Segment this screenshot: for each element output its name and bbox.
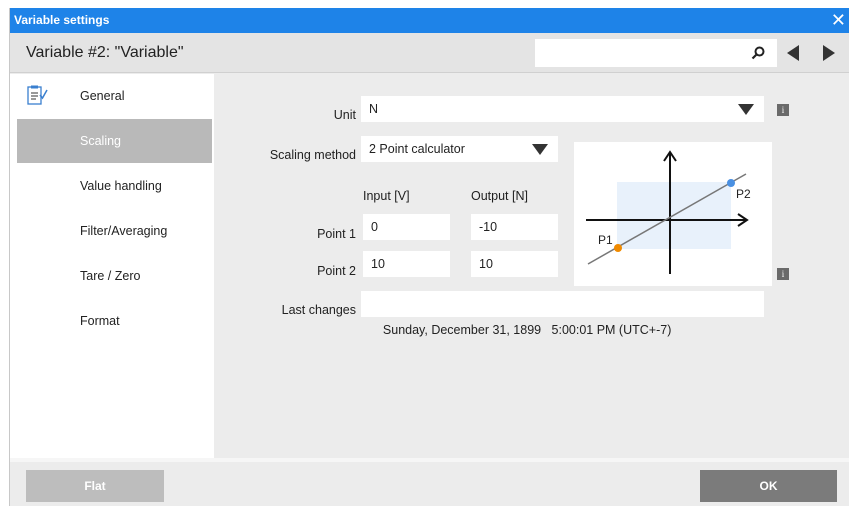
sidebar-item-label: Format [80, 314, 120, 328]
point2-input-value: 10 [371, 257, 385, 271]
header-bar: Variable #2: "Variable" [10, 33, 849, 73]
scaling-method-dropdown[interactable]: 2 Point calculator [361, 136, 558, 162]
graph-point-p2 [727, 179, 735, 187]
sidebar-item-general[interactable]: General [17, 74, 212, 118]
sidebar-item-label: Filter/Averaging [80, 224, 168, 238]
flat-button[interactable]: Flat [26, 470, 164, 502]
variable-title: Variable #2: "Variable" [26, 44, 184, 61]
next-variable-button[interactable] [823, 45, 835, 61]
search-box [535, 39, 777, 67]
point2-label: Point 2 [317, 264, 356, 278]
unit-info-icon[interactable]: i [777, 104, 789, 116]
footer: Flat OK [10, 462, 849, 506]
scaling-method-dropdown-arrow-icon[interactable] [532, 144, 548, 155]
general-settings-icon [27, 85, 48, 105]
search-icon[interactable] [751, 46, 765, 60]
point1-label: Point 1 [317, 227, 356, 241]
last-changes-label: Last changes [281, 303, 356, 317]
unit-dropdown[interactable]: N [361, 96, 764, 122]
previous-variable-button[interactable] [787, 45, 799, 61]
last-changes-field: Sunday, December 31, 1899 5:00:01 PM (UT… [361, 291, 764, 337]
graph-label-p1: P1 [598, 233, 613, 247]
scaling-method-label: Scaling method [269, 148, 356, 162]
graph-info-icon[interactable]: i [777, 268, 789, 280]
output-column-header: Output [N] [471, 189, 528, 203]
dialog-title: Variable settings [14, 13, 110, 27]
titlebar: Variable settings ✕ [10, 8, 849, 33]
scaling-graph: P1 P2 [574, 142, 772, 286]
unit-value: N [369, 102, 379, 116]
sidebar-item-value-handling[interactable]: Value handling [17, 164, 212, 208]
sidebar-item-tare-zero[interactable]: Tare / Zero [17, 254, 212, 298]
point1-input-field[interactable]: 0 [363, 214, 450, 240]
unit-dropdown-arrow-icon[interactable] [738, 104, 754, 115]
variable-settings-dialog: Variable settings ✕ Variable #2: "Variab… [9, 8, 849, 506]
last-changes-value: Sunday, December 31, 1899 5:00:01 PM (UT… [382, 323, 672, 337]
input-column-header: Input [V] [363, 189, 410, 203]
point1-output-field[interactable]: -10 [471, 214, 558, 240]
point2-input-field[interactable]: 10 [363, 251, 450, 277]
sidebar-item-label: Scaling [80, 134, 121, 148]
graph-label-p2: P2 [736, 187, 751, 201]
sidebar-item-scaling[interactable]: Scaling [17, 119, 212, 163]
point1-output-value: -10 [479, 220, 498, 234]
point1-input-value: 0 [371, 220, 378, 234]
scaling-graph-svg: P1 P2 [586, 150, 751, 274]
ok-button[interactable]: OK [700, 470, 837, 502]
sidebar-item-filter-averaging[interactable]: Filter/Averaging [17, 209, 212, 253]
sidebar: General Scaling Value handling Filter/Av… [10, 74, 214, 458]
sidebar-item-label: General [80, 89, 125, 103]
unit-label: Unit [333, 108, 356, 122]
point2-output-field[interactable]: 10 [471, 251, 558, 277]
sidebar-item-label: Tare / Zero [80, 269, 141, 283]
graph-point-p1 [614, 244, 622, 252]
search-input[interactable] [535, 39, 740, 67]
close-icon[interactable]: ✕ [831, 9, 846, 31]
sidebar-item-label: Value handling [80, 179, 162, 193]
sidebar-item-format[interactable]: Format [17, 299, 212, 343]
scaling-method-value: 2 Point calculator [369, 142, 465, 156]
point2-output-value: 10 [479, 257, 493, 271]
